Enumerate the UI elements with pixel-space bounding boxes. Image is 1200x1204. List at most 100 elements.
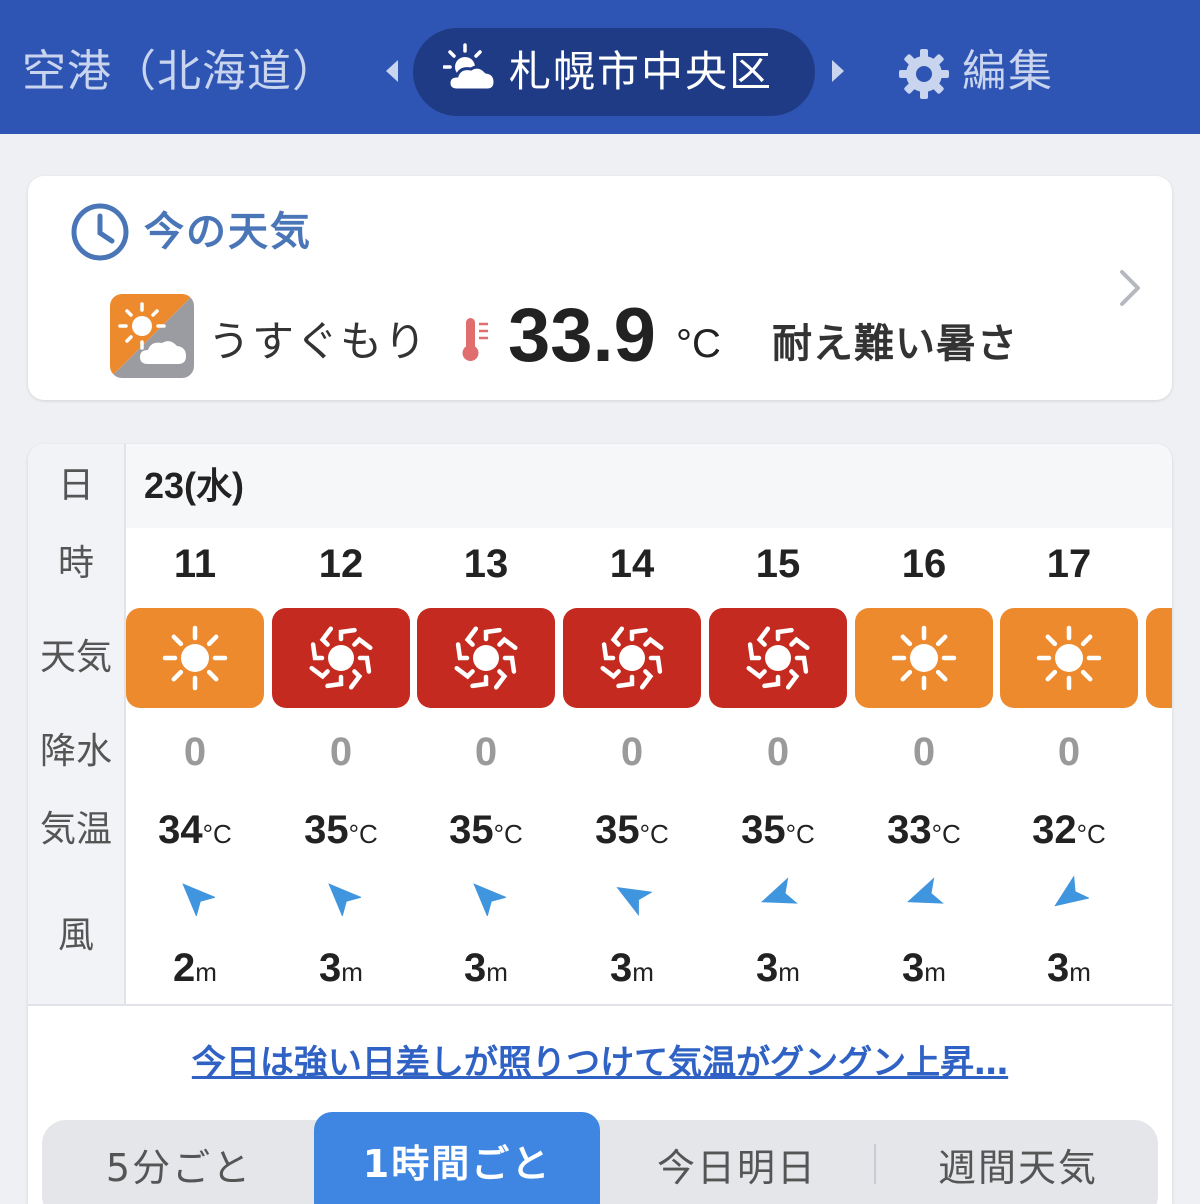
tab-hourly[interactable]: 1時間ごと [314, 1112, 600, 1204]
divider [28, 1004, 1172, 1006]
wind-speed-unit: m [632, 957, 654, 987]
forecast-news-link[interactable]: 今日は強い日差しが照りつけて気温がグングン上昇… [28, 1038, 1172, 1088]
label-hour: 時 [57, 543, 94, 584]
current-location-label: 札幌市中央区 [509, 47, 774, 96]
wind-speed-unit: m [341, 957, 363, 987]
hour-label: 16 [901, 542, 947, 586]
weather-tile-partial [1146, 608, 1172, 708]
tab-weekly[interactable]: 週間天気 [878, 1120, 1158, 1204]
temperature-unit: °C [1076, 819, 1106, 849]
temperature-cell: 35°C [272, 802, 410, 858]
tab-separator [874, 1144, 876, 1184]
temperature-cell: 32°C [1000, 802, 1138, 858]
temperature-unit: °C [931, 819, 961, 849]
wind-speed-unit: m [1069, 957, 1091, 987]
hour-column: 15 0 35°C 3m [709, 444, 855, 1004]
hour-label: 14 [609, 542, 655, 586]
precipitation-value: 0 [620, 730, 644, 774]
wind-speed-value: 3 [610, 946, 633, 990]
weather-tile [417, 608, 555, 708]
wind-speed-value: 2 [173, 946, 196, 990]
previous-location-tab[interactable]: 空港（北海道） [22, 40, 337, 104]
precipitation-value: 0 [1057, 730, 1081, 774]
chevron-right-icon[interactable] [1118, 268, 1142, 308]
wind-speed-unit: m [924, 957, 946, 987]
temperature-unit: °C [785, 819, 815, 849]
wind-speed-value: 3 [756, 946, 779, 990]
wind-direction-icon [473, 883, 506, 916]
sun-behind-cloud-icon [110, 294, 194, 378]
current-temperature: 33.9 [508, 293, 656, 378]
condition-text: うすぐもり [208, 317, 429, 366]
extreme-sun-icon [309, 626, 373, 690]
gear-icon[interactable] [898, 48, 950, 100]
clock-icon [71, 203, 129, 261]
temperature-cell: 35°C [709, 802, 847, 858]
temperature-value: 32 [1032, 808, 1077, 852]
wind-speed-value: 3 [319, 946, 342, 990]
current-weather-card[interactable]: 今の天気 うすぐもり 33.9 °C 耐え難い暑さ [28, 176, 1172, 400]
label-wind: 風 [57, 915, 94, 956]
wind-speed-value: 3 [1047, 946, 1070, 990]
weather-tile [126, 608, 264, 708]
current-weather-title: 今の天気 [144, 209, 312, 255]
wind-speed-value: 3 [902, 946, 925, 990]
wind-speed-value: 3 [464, 946, 487, 990]
precipitation-value: 0 [474, 730, 498, 774]
weather-tile [855, 608, 993, 708]
hourly-forecast-card: 日 時 天気 降水 気温 風 23(水) 11 0 34°C 2m 12 0 35°C 3m 1… [28, 444, 1172, 1204]
wind-speed-unit: m [486, 957, 508, 987]
temperature-value: 35 [449, 808, 494, 852]
chevron-right-icon[interactable] [830, 58, 846, 84]
wind-speed-cell: 3m [563, 940, 701, 996]
wind-direction-icon [182, 883, 215, 916]
sun-icon [162, 625, 228, 691]
label-temp: 気温 [39, 809, 112, 850]
temperature-unit: °C [202, 819, 232, 849]
temperature-value: 35 [595, 808, 640, 852]
hour-column: 12 0 35°C 3m [272, 444, 418, 1004]
extreme-sun-icon [454, 626, 518, 690]
temperature-cell: 33°C [855, 802, 993, 858]
precipitation-value: 0 [766, 730, 790, 774]
thermometer-icon [462, 318, 488, 361]
wind-direction-icon [616, 887, 652, 916]
hour-column: 17 0 32°C 3m [1000, 444, 1146, 1004]
precipitation-value: 0 [183, 730, 207, 774]
app-header: 空港（北海道） 札幌市中央区 編集 [0, 0, 1200, 134]
forecast-tab-bar: 5分ごと 1時間ごと 今日明日 週間天気 [42, 1112, 1158, 1204]
temperature-unit: °C [639, 819, 669, 849]
chevron-left-icon[interactable] [384, 58, 400, 84]
weather-tile [563, 608, 701, 708]
wind-speed-cell: 3m [1000, 940, 1138, 996]
weather-tile [709, 608, 847, 708]
hour-column: 13 0 35°C 3m [417, 444, 563, 1004]
wind-direction-icon [907, 877, 944, 904]
row-label-column: 日 時 天気 降水 気温 風 [28, 444, 126, 1004]
sun-behind-cloud-icon [443, 43, 497, 92]
heat-warning-text: 耐え難い暑さ [772, 321, 1018, 367]
current-location-pill[interactable]: 札幌市中央区 [413, 28, 815, 116]
temperature-cell: 35°C [417, 802, 555, 858]
wind-speed-cell: 3m [272, 940, 410, 996]
weather-tile [272, 608, 410, 708]
temperature-cell: 34°C [126, 802, 264, 858]
tab-5min[interactable]: 5分ごと [42, 1120, 316, 1204]
temperature-cell: 35°C [563, 802, 701, 858]
weather-tile [1000, 608, 1138, 708]
wind-speed-cell: 2m [126, 940, 264, 996]
tab-today-tomorrow[interactable]: 今日明日 [602, 1120, 872, 1204]
wind-speed-cell: 3m [709, 940, 847, 996]
temperature-value: 35 [741, 808, 786, 852]
hour-column: 11 0 34°C 2m [126, 444, 272, 1004]
temperature-value: 35 [304, 808, 349, 852]
hour-label: 11 [173, 542, 217, 586]
sun-icon [1036, 625, 1102, 691]
edit-button[interactable]: 編集 [962, 40, 1054, 104]
temperature-value: 33 [887, 808, 932, 852]
wind-direction-icon [328, 883, 361, 916]
label-precip: 降水 [39, 731, 112, 772]
hour-label: 13 [463, 542, 509, 586]
wind-speed-cell: 3m [855, 940, 993, 996]
wind-speed-unit: m [195, 957, 217, 987]
